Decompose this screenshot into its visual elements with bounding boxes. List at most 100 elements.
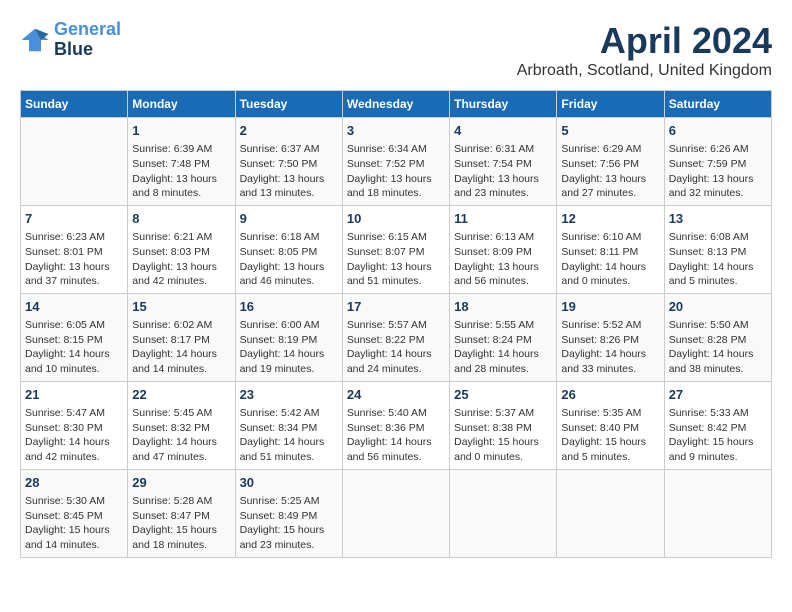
day-info: Sunrise: 5:28 AM Sunset: 8:47 PM Dayligh… bbox=[132, 494, 230, 553]
day-info: Sunrise: 6:10 AM Sunset: 8:11 PM Dayligh… bbox=[561, 230, 659, 289]
day-number: 6 bbox=[669, 122, 767, 140]
day-info: Sunrise: 6:37 AM Sunset: 7:50 PM Dayligh… bbox=[240, 142, 338, 201]
calendar-cell: 8 Sunrise: 6:21 AM Sunset: 8:03 PM Daylig… bbox=[128, 205, 235, 293]
day-number: 28 bbox=[25, 474, 123, 492]
day-info: Sunrise: 5:45 AM Sunset: 8:32 PM Dayligh… bbox=[132, 406, 230, 465]
day-number: 16 bbox=[240, 298, 338, 316]
day-number: 7 bbox=[25, 210, 123, 228]
day-info: Sunrise: 5:40 AM Sunset: 8:36 PM Dayligh… bbox=[347, 406, 445, 465]
day-info: Sunrise: 6:34 AM Sunset: 7:52 PM Dayligh… bbox=[347, 142, 445, 201]
calendar-week-row: 28 Sunrise: 5:30 AM Sunset: 8:45 PM Dayli… bbox=[21, 469, 772, 557]
day-info: Sunrise: 5:50 AM Sunset: 8:28 PM Dayligh… bbox=[669, 318, 767, 377]
calendar-cell: 28 Sunrise: 5:30 AM Sunset: 8:45 PM Dayli… bbox=[21, 469, 128, 557]
day-number: 24 bbox=[347, 386, 445, 404]
calendar-cell bbox=[450, 469, 557, 557]
day-number: 9 bbox=[240, 210, 338, 228]
calendar-cell: 25Sunrise: 5:37 AM Sunset: 8:38 PM Dayli… bbox=[450, 381, 557, 469]
calendar-header-row: SundayMondayTuesdayWednesdayThursdayFrid… bbox=[21, 91, 772, 118]
column-header-tuesday: Tuesday bbox=[235, 91, 342, 118]
day-info: Sunrise: 5:55 AM Sunset: 8:24 PM Dayligh… bbox=[454, 318, 552, 377]
day-number: 10 bbox=[347, 210, 445, 228]
day-number: 22 bbox=[132, 386, 230, 404]
title-block: April 2024 Arbroath, Scotland, United Ki… bbox=[517, 20, 772, 80]
calendar-cell: 18Sunrise: 5:55 AM Sunset: 8:24 PM Dayli… bbox=[450, 293, 557, 381]
column-header-saturday: Saturday bbox=[664, 91, 771, 118]
calendar-cell: 1Sunrise: 6:39 AM Sunset: 7:48 PM Daylig… bbox=[128, 118, 235, 206]
calendar-cell: 10Sunrise: 6:15 AM Sunset: 8:07 PM Dayli… bbox=[342, 205, 449, 293]
calendar-cell: 29 Sunrise: 5:28 AM Sunset: 8:47 PM Dayli… bbox=[128, 469, 235, 557]
day-number: 14 bbox=[25, 298, 123, 316]
location-title: Arbroath, Scotland, United Kingdom bbox=[517, 62, 772, 80]
calendar-cell: 30 Sunrise: 5:25 AM Sunset: 8:49 PM Dayli… bbox=[235, 469, 342, 557]
calendar-cell bbox=[21, 118, 128, 206]
calendar-cell: 11 Sunrise: 6:13 AM Sunset: 8:09 PM Dayli… bbox=[450, 205, 557, 293]
day-number: 12 bbox=[561, 210, 659, 228]
day-info: Sunrise: 6:29 AM Sunset: 7:56 PM Dayligh… bbox=[561, 142, 659, 201]
day-number: 26 bbox=[561, 386, 659, 404]
day-number: 8 bbox=[132, 210, 230, 228]
calendar-cell: 2 Sunrise: 6:37 AM Sunset: 7:50 PM Daylig… bbox=[235, 118, 342, 206]
calendar-cell: 20 Sunrise: 5:50 AM Sunset: 8:28 PM Dayli… bbox=[664, 293, 771, 381]
calendar-cell: 21 Sunrise: 5:47 AM Sunset: 8:30 PM Dayli… bbox=[21, 381, 128, 469]
calendar-cell: 9 Sunrise: 6:18 AM Sunset: 8:05 PM Daylig… bbox=[235, 205, 342, 293]
logo-text: General Blue bbox=[54, 20, 121, 60]
day-info: Sunrise: 5:57 AM Sunset: 8:22 PM Dayligh… bbox=[347, 318, 445, 377]
calendar-week-row: 7 Sunrise: 6:23 AM Sunset: 8:01 PM Daylig… bbox=[21, 205, 772, 293]
day-info: Sunrise: 6:13 AM Sunset: 8:09 PM Dayligh… bbox=[454, 230, 552, 289]
calendar-cell: 23Sunrise: 5:42 AM Sunset: 8:34 PM Dayli… bbox=[235, 381, 342, 469]
day-number: 19 bbox=[561, 298, 659, 316]
day-info: Sunrise: 6:05 AM Sunset: 8:15 PM Dayligh… bbox=[25, 318, 123, 377]
calendar-cell: 16Sunrise: 6:00 AM Sunset: 8:19 PM Dayli… bbox=[235, 293, 342, 381]
calendar-cell: 12 Sunrise: 6:10 AM Sunset: 8:11 PM Dayli… bbox=[557, 205, 664, 293]
calendar-cell: 6 Sunrise: 6:26 AM Sunset: 7:59 PM Daylig… bbox=[664, 118, 771, 206]
day-info: Sunrise: 6:18 AM Sunset: 8:05 PM Dayligh… bbox=[240, 230, 338, 289]
day-info: Sunrise: 6:02 AM Sunset: 8:17 PM Dayligh… bbox=[132, 318, 230, 377]
day-info: Sunrise: 5:47 AM Sunset: 8:30 PM Dayligh… bbox=[25, 406, 123, 465]
day-number: 3 bbox=[347, 122, 445, 140]
calendar-cell: 15Sunrise: 6:02 AM Sunset: 8:17 PM Dayli… bbox=[128, 293, 235, 381]
column-header-thursday: Thursday bbox=[450, 91, 557, 118]
calendar-cell: 5Sunrise: 6:29 AM Sunset: 7:56 PM Daylig… bbox=[557, 118, 664, 206]
day-number: 2 bbox=[240, 122, 338, 140]
day-info: Sunrise: 6:23 AM Sunset: 8:01 PM Dayligh… bbox=[25, 230, 123, 289]
day-info: Sunrise: 6:26 AM Sunset: 7:59 PM Dayligh… bbox=[669, 142, 767, 201]
day-number: 11 bbox=[454, 210, 552, 228]
calendar-cell: 14 Sunrise: 6:05 AM Sunset: 8:15 PM Dayli… bbox=[21, 293, 128, 381]
calendar-cell: 13 Sunrise: 6:08 AM Sunset: 8:13 PM Dayli… bbox=[664, 205, 771, 293]
calendar-cell: 19 Sunrise: 5:52 AM Sunset: 8:26 PM Dayli… bbox=[557, 293, 664, 381]
day-number: 1 bbox=[132, 122, 230, 140]
day-number: 27 bbox=[669, 386, 767, 404]
calendar-cell: 26Sunrise: 5:35 AM Sunset: 8:40 PM Dayli… bbox=[557, 381, 664, 469]
column-header-sunday: Sunday bbox=[21, 91, 128, 118]
day-info: Sunrise: 5:30 AM Sunset: 8:45 PM Dayligh… bbox=[25, 494, 123, 553]
day-number: 20 bbox=[669, 298, 767, 316]
column-header-monday: Monday bbox=[128, 91, 235, 118]
day-info: Sunrise: 6:21 AM Sunset: 8:03 PM Dayligh… bbox=[132, 230, 230, 289]
logo-icon bbox=[20, 25, 50, 55]
day-info: Sunrise: 5:42 AM Sunset: 8:34 PM Dayligh… bbox=[240, 406, 338, 465]
day-info: Sunrise: 6:31 AM Sunset: 7:54 PM Dayligh… bbox=[454, 142, 552, 201]
calendar-cell: 22 Sunrise: 5:45 AM Sunset: 8:32 PM Dayli… bbox=[128, 381, 235, 469]
calendar-cell bbox=[664, 469, 771, 557]
calendar-week-row: 14 Sunrise: 6:05 AM Sunset: 8:15 PM Dayli… bbox=[21, 293, 772, 381]
day-number: 13 bbox=[669, 210, 767, 228]
day-info: Sunrise: 5:37 AM Sunset: 8:38 PM Dayligh… bbox=[454, 406, 552, 465]
calendar-cell: 17 Sunrise: 5:57 AM Sunset: 8:22 PM Dayli… bbox=[342, 293, 449, 381]
page-header: General Blue April 2024 Arbroath, Scotla… bbox=[20, 20, 772, 80]
calendar-cell: 4Sunrise: 6:31 AM Sunset: 7:54 PM Daylig… bbox=[450, 118, 557, 206]
column-header-friday: Friday bbox=[557, 91, 664, 118]
day-number: 21 bbox=[25, 386, 123, 404]
calendar-cell bbox=[342, 469, 449, 557]
day-number: 30 bbox=[240, 474, 338, 492]
day-info: Sunrise: 5:33 AM Sunset: 8:42 PM Dayligh… bbox=[669, 406, 767, 465]
day-number: 17 bbox=[347, 298, 445, 316]
calendar-cell: 7 Sunrise: 6:23 AM Sunset: 8:01 PM Daylig… bbox=[21, 205, 128, 293]
calendar-table: SundayMondayTuesdayWednesdayThursdayFrid… bbox=[20, 90, 772, 558]
month-title: April 2024 bbox=[517, 20, 772, 62]
calendar-cell: 24 Sunrise: 5:40 AM Sunset: 8:36 PM Dayli… bbox=[342, 381, 449, 469]
day-info: Sunrise: 6:08 AM Sunset: 8:13 PM Dayligh… bbox=[669, 230, 767, 289]
day-info: Sunrise: 5:25 AM Sunset: 8:49 PM Dayligh… bbox=[240, 494, 338, 553]
day-info: Sunrise: 5:52 AM Sunset: 8:26 PM Dayligh… bbox=[561, 318, 659, 377]
day-number: 29 bbox=[132, 474, 230, 492]
logo: General Blue bbox=[20, 20, 121, 60]
